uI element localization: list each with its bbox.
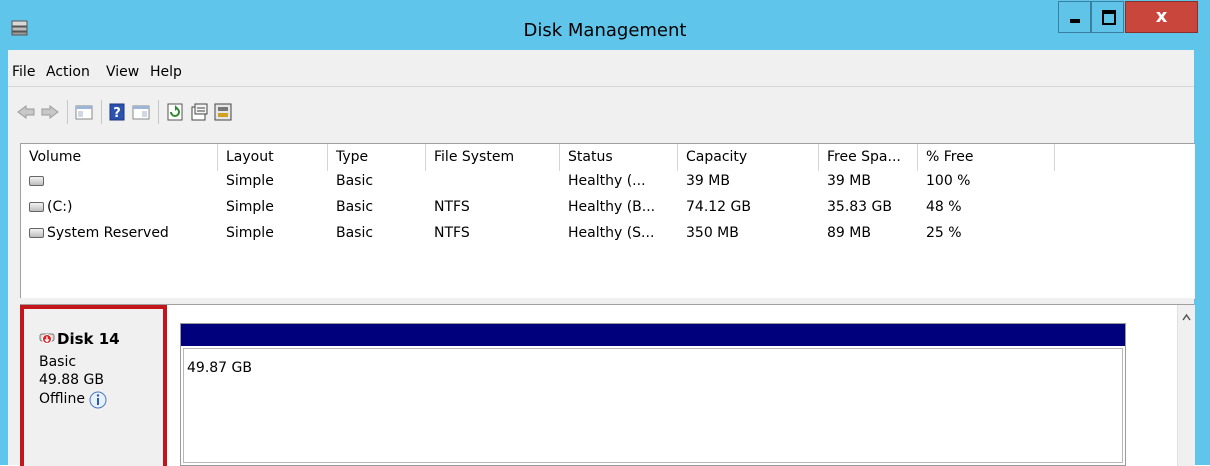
cell-capacity: 74.12 GB	[686, 199, 751, 215]
menu-help[interactable]: Help	[150, 64, 182, 80]
cell-file-system: NTFS	[434, 199, 470, 215]
menu-bar: File Action View Help	[8, 50, 1194, 86]
disk-info-panel[interactable]: Disk 14 Basic 49.88 GB Offline	[20, 305, 167, 466]
column-header-percent-free[interactable]: % Free	[918, 144, 1055, 171]
cell-free-space: 35.83 GB	[827, 199, 892, 215]
column-header-status[interactable]: Status	[560, 144, 678, 171]
table-row[interactable]	[21, 168, 218, 194]
volume-drive-icon	[29, 202, 44, 212]
graphical-disk-view: Disk 14 Basic 49.88 GB Offline 49.87 GB	[20, 304, 1195, 466]
cell-percent-free: 25 %	[926, 225, 962, 241]
disk-management-window: Disk Management x File Action View Help …	[0, 0, 1210, 466]
client-area: File Action View Help ? Volume Layout Ty…	[8, 50, 1195, 466]
column-header-volume[interactable]: Volume	[21, 144, 218, 171]
toolbar-separator	[158, 100, 159, 124]
cell-type: Basic	[336, 225, 374, 241]
column-header-empty	[1055, 144, 1195, 171]
cell-status: Healthy (B...	[568, 199, 656, 215]
svg-text:?: ?	[113, 106, 121, 121]
title-bar[interactable]: Disk Management x	[0, 0, 1210, 50]
column-header-file-system[interactable]: File System	[426, 144, 560, 171]
table-row[interactable]: (C:)	[21, 194, 218, 220]
window-title: Disk Management	[523, 20, 687, 41]
cell-file-system: NTFS	[434, 225, 470, 241]
info-icon[interactable]	[89, 391, 107, 409]
volume-list[interactable]: Volume Layout Type File System Status Ca…	[20, 143, 1195, 300]
cell-capacity: 39 MB	[686, 173, 730, 189]
back-arrow-icon[interactable]	[16, 102, 36, 122]
show-hide-console-tree-icon[interactable]	[74, 102, 94, 122]
menu-view[interactable]: View	[106, 64, 139, 80]
cell-layout: Simple	[226, 225, 274, 241]
maximize-button[interactable]	[1091, 1, 1124, 33]
cell-layout: Simple	[226, 173, 274, 189]
forward-arrow-icon[interactable]	[40, 102, 60, 122]
toolbar-separator	[101, 100, 102, 124]
cell-status: Healthy (S...	[568, 225, 655, 241]
rescan-disks-icon[interactable]	[213, 102, 233, 122]
cell-layout: Simple	[226, 199, 274, 215]
disk-size: 49.88 GB	[39, 372, 104, 388]
cell-type: Basic	[336, 199, 374, 215]
volume-drive-icon	[29, 228, 44, 238]
volume-name: (C:)	[47, 199, 73, 215]
volume-drive-icon	[29, 176, 44, 186]
column-header-free-space[interactable]: Free Spa...	[819, 144, 918, 171]
cell-file-system	[426, 168, 560, 194]
disk-type: Basic	[39, 354, 77, 370]
show-hide-action-pane-icon[interactable]	[131, 102, 151, 122]
cell-percent-free: 100 %	[926, 173, 971, 189]
cell-status: Healthy (...	[568, 173, 646, 189]
partition-header-bar	[181, 324, 1125, 346]
partition-body	[183, 348, 1123, 463]
column-header-type[interactable]: Type	[328, 144, 426, 171]
help-icon[interactable]: ?	[107, 102, 127, 122]
toolbar-separator	[67, 100, 68, 124]
vertical-scrollbar[interactable]	[1177, 305, 1195, 466]
offline-disk-icon	[39, 333, 55, 344]
close-icon: x	[1155, 6, 1168, 27]
menu-file[interactable]: File	[12, 64, 35, 80]
volume-name: System Reserved	[47, 225, 169, 241]
cell-free-space: 89 MB	[827, 225, 871, 241]
disk-status: Offline	[39, 391, 85, 407]
disk-name: Disk 14	[57, 330, 120, 348]
cell-type: Basic	[336, 173, 374, 189]
minimize-button[interactable]	[1058, 1, 1091, 33]
close-button[interactable]: x	[1125, 1, 1198, 33]
menu-action[interactable]: Action	[46, 64, 90, 80]
cell-capacity: 350 MB	[686, 225, 739, 241]
partition-size: 49.87 GB	[187, 360, 252, 376]
refresh-icon[interactable]	[165, 102, 185, 122]
column-header-capacity[interactable]: Capacity	[678, 144, 819, 171]
cell-percent-free: 48 %	[926, 199, 962, 215]
table-row[interactable]: System Reserved	[21, 220, 218, 246]
unallocated-partition[interactable]: 49.87 GB	[180, 323, 1126, 466]
cell-free-space: 39 MB	[827, 173, 871, 189]
scroll-up-icon[interactable]	[1182, 313, 1191, 322]
column-header-layout[interactable]: Layout	[218, 144, 328, 171]
properties-icon[interactable]	[189, 102, 209, 122]
toolbar: ?	[8, 86, 1194, 137]
